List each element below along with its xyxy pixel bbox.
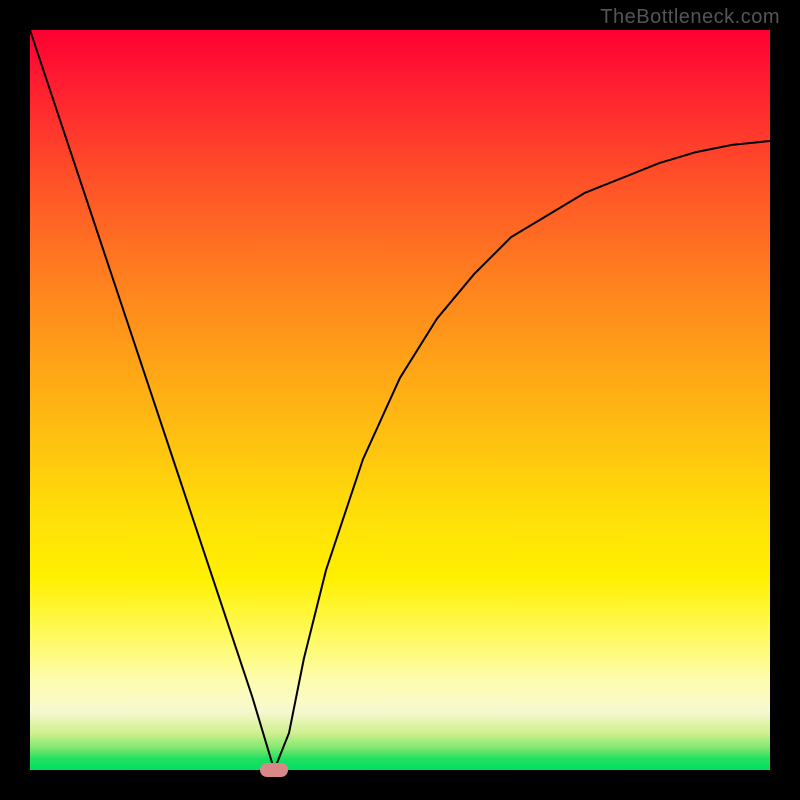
watermark-text: TheBottleneck.com — [600, 6, 780, 29]
chart-plot-area — [30, 30, 770, 770]
optimal-point-marker — [260, 763, 288, 777]
bottleneck-curve — [30, 30, 770, 770]
